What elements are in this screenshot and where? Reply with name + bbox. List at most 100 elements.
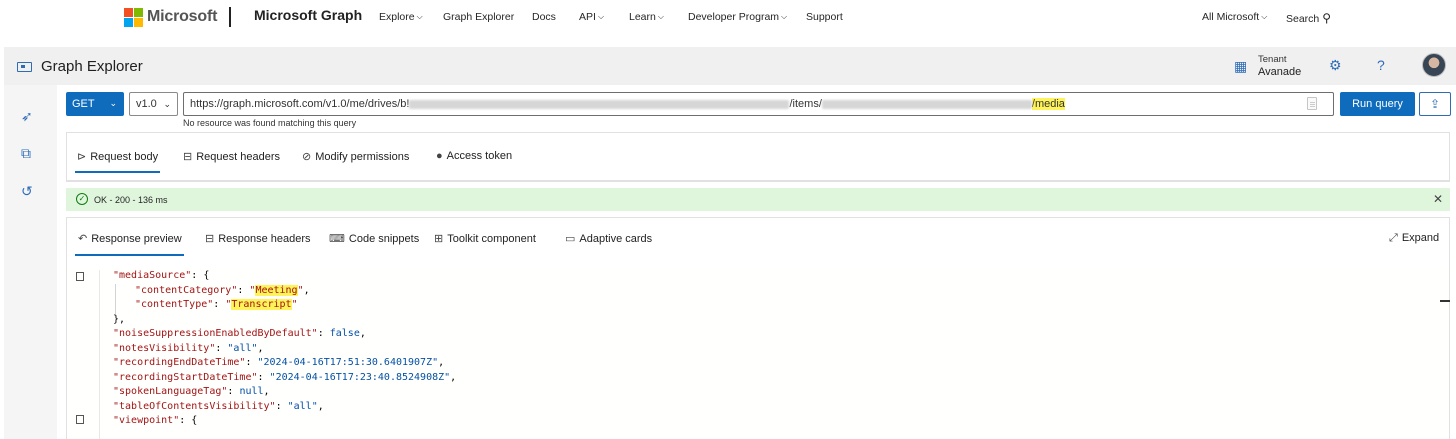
json-value: "all" [287,401,318,412]
tab-request-body-label: Request body [90,151,159,163]
code-line: "tableOfContentsVisibility": "all", [113,401,324,412]
nav-api[interactable]: API ⌵ [579,11,604,23]
tab-access-token[interactable]: ● Access token [436,150,512,162]
code-line: "recordingStartDateTime": "2024-04-16T17… [113,372,457,383]
tab-modify-permissions[interactable]: ⊘ Modify permissions [302,150,409,163]
json-key: "viewpoint" [113,415,180,426]
rocket-icon[interactable]: ➶ [21,108,33,125]
json-key: "noiseSuppressionEnabledByDefault" [113,328,318,339]
tab-request-headers[interactable]: ⊟ Request headers [183,150,280,163]
tab-response-preview-label: Response preview [91,233,182,245]
product-title[interactable]: Microsoft Graph [254,7,362,23]
json-value: Meeting [255,285,298,296]
json-key: "recordingStartDateTime" [113,372,258,383]
url-prefix: https://graph.microsoft.com/v1.0/me/driv… [190,98,410,110]
expand-label: Expand [1401,232,1440,244]
version-value: v1.0 [136,98,157,110]
nav-graph-explorer[interactable]: Graph Explorer [443,11,514,23]
status-text: OK - 200 - 136 ms [94,195,168,205]
nav-api-label: API [579,11,596,23]
graph-explorer-icon [17,62,32,72]
active-tab-indicator [75,254,184,256]
permissions-icon: ⊘ [302,151,312,163]
tab-request-body[interactable]: ⊳ Request body [77,150,158,163]
tab-code-snippets[interactable]: ⌨ Code snippets [329,232,419,245]
json-value: "all" [227,343,258,354]
microsoft-logo-icon[interactable] [124,8,143,27]
run-query-button[interactable]: Run query [1340,92,1415,116]
left-rail [4,85,57,439]
code-line: "recordingEndDateTime": "2024-04-16T17:5… [113,357,445,368]
nav-explore[interactable]: Explore ⌵ [379,11,423,23]
code-line: "contentCategory": "Meeting", [135,285,310,296]
query-hint: No resource was found matching this quer… [183,118,357,128]
nav-support[interactable]: Support [806,11,843,23]
query-url-input[interactable]: https://graph.microsoft.com/v1.0/me/driv… [183,92,1334,116]
code-line: "spokenLanguageTag": null, [113,386,270,397]
tab-response-headers[interactable]: ⊟ Response headers [205,232,311,245]
redacted-item-id [821,99,1032,109]
tenant-value: Avanade [1258,66,1302,78]
close-icon[interactable]: ✕ [1433,192,1443,206]
nav-learn-label: Learn [629,11,656,23]
json-key: "contentCategory" [135,285,238,296]
json-punct: : { [179,415,198,426]
code-icon: ⌨ [329,233,345,245]
success-check-icon: ✓ [76,193,88,205]
tab-response-preview[interactable]: ↶ Response preview [78,232,182,245]
nav-divider [229,7,231,27]
expand-button[interactable]: ⤢ Expand [1389,232,1439,245]
json-key: "contentType" [135,299,214,310]
undo-arrow-icon: ↶ [78,233,88,245]
tab-access-token-label: Access token [446,150,513,162]
resources-icon[interactable]: ⧉ [21,145,31,162]
nav-learn[interactable]: Learn ⌵ [629,11,664,23]
json-key: "spokenLanguageTag" [113,386,228,397]
nav-docs[interactable]: Docs [532,11,556,23]
chevron-down-icon: ⌄ [109,98,117,108]
json-key: "tableOfContentsVisibility" [113,401,276,412]
code-line: "notesVisibility": "all", [113,343,264,354]
tab-adaptive-cards[interactable]: ▭ Adaptive cards [565,232,652,245]
status-bar [66,188,1450,211]
json-value: Transcript [231,299,292,310]
code-line: "mediaSource": { [113,270,209,281]
document-icon[interactable] [1307,97,1317,110]
send-icon: ⊳ [77,151,87,163]
json-key: "recordingEndDateTime" [113,357,246,368]
tenant-label: Tenant [1258,54,1287,65]
chevron-down-icon: ⌄ [163,99,171,109]
tab-code-snippets-label: Code snippets [348,233,420,245]
history-icon[interactable]: ↺ [21,183,33,200]
expand-icon: ⤢ [1389,232,1398,244]
card-icon: ▭ [565,233,576,245]
indent-guide [99,270,100,439]
code-line: "viewpoint": { [113,415,197,426]
tab-toolkit-component[interactable]: ⊞ Toolkit component [434,232,536,245]
all-microsoft-menu[interactable]: All Microsoft ⌵ [1202,11,1267,23]
fold-toggle[interactable] [76,272,84,281]
headers-icon: ⊟ [205,233,215,245]
version-dropdown[interactable]: v1.0 ⌄ [129,92,178,116]
tab-adaptive-cards-label: Adaptive cards [579,233,653,245]
nav-developer-program[interactable]: Developer Program ⌵ [688,11,787,23]
json-key: "mediaSource" [113,270,192,281]
search-label: Search [1286,13,1320,25]
nav-explore-label: Explore [379,11,415,23]
chevron-down-icon: ⌵ [781,12,788,21]
indent-guide [115,284,116,314]
fold-toggle[interactable] [76,415,84,424]
http-method-dropdown[interactable]: GET ⌄ [66,92,124,116]
active-tab-indicator [75,171,160,173]
code-line: }, [113,314,126,325]
page-title: Graph Explorer [41,58,143,75]
chevron-down-icon: ⌵ [657,12,664,21]
headers-icon: ⊟ [183,151,193,163]
avatar[interactable] [1422,53,1446,77]
search-button[interactable]: Search ⚲ [1286,11,1331,25]
url-items-segment: /items/ [789,98,822,110]
microsoft-brand[interactable]: Microsoft [147,8,217,26]
help-icon[interactable]: ? [1377,57,1385,73]
settings-gear-icon[interactable]: ⚙ [1329,57,1342,74]
share-query-icon[interactable]: ⇪ [1419,92,1451,116]
